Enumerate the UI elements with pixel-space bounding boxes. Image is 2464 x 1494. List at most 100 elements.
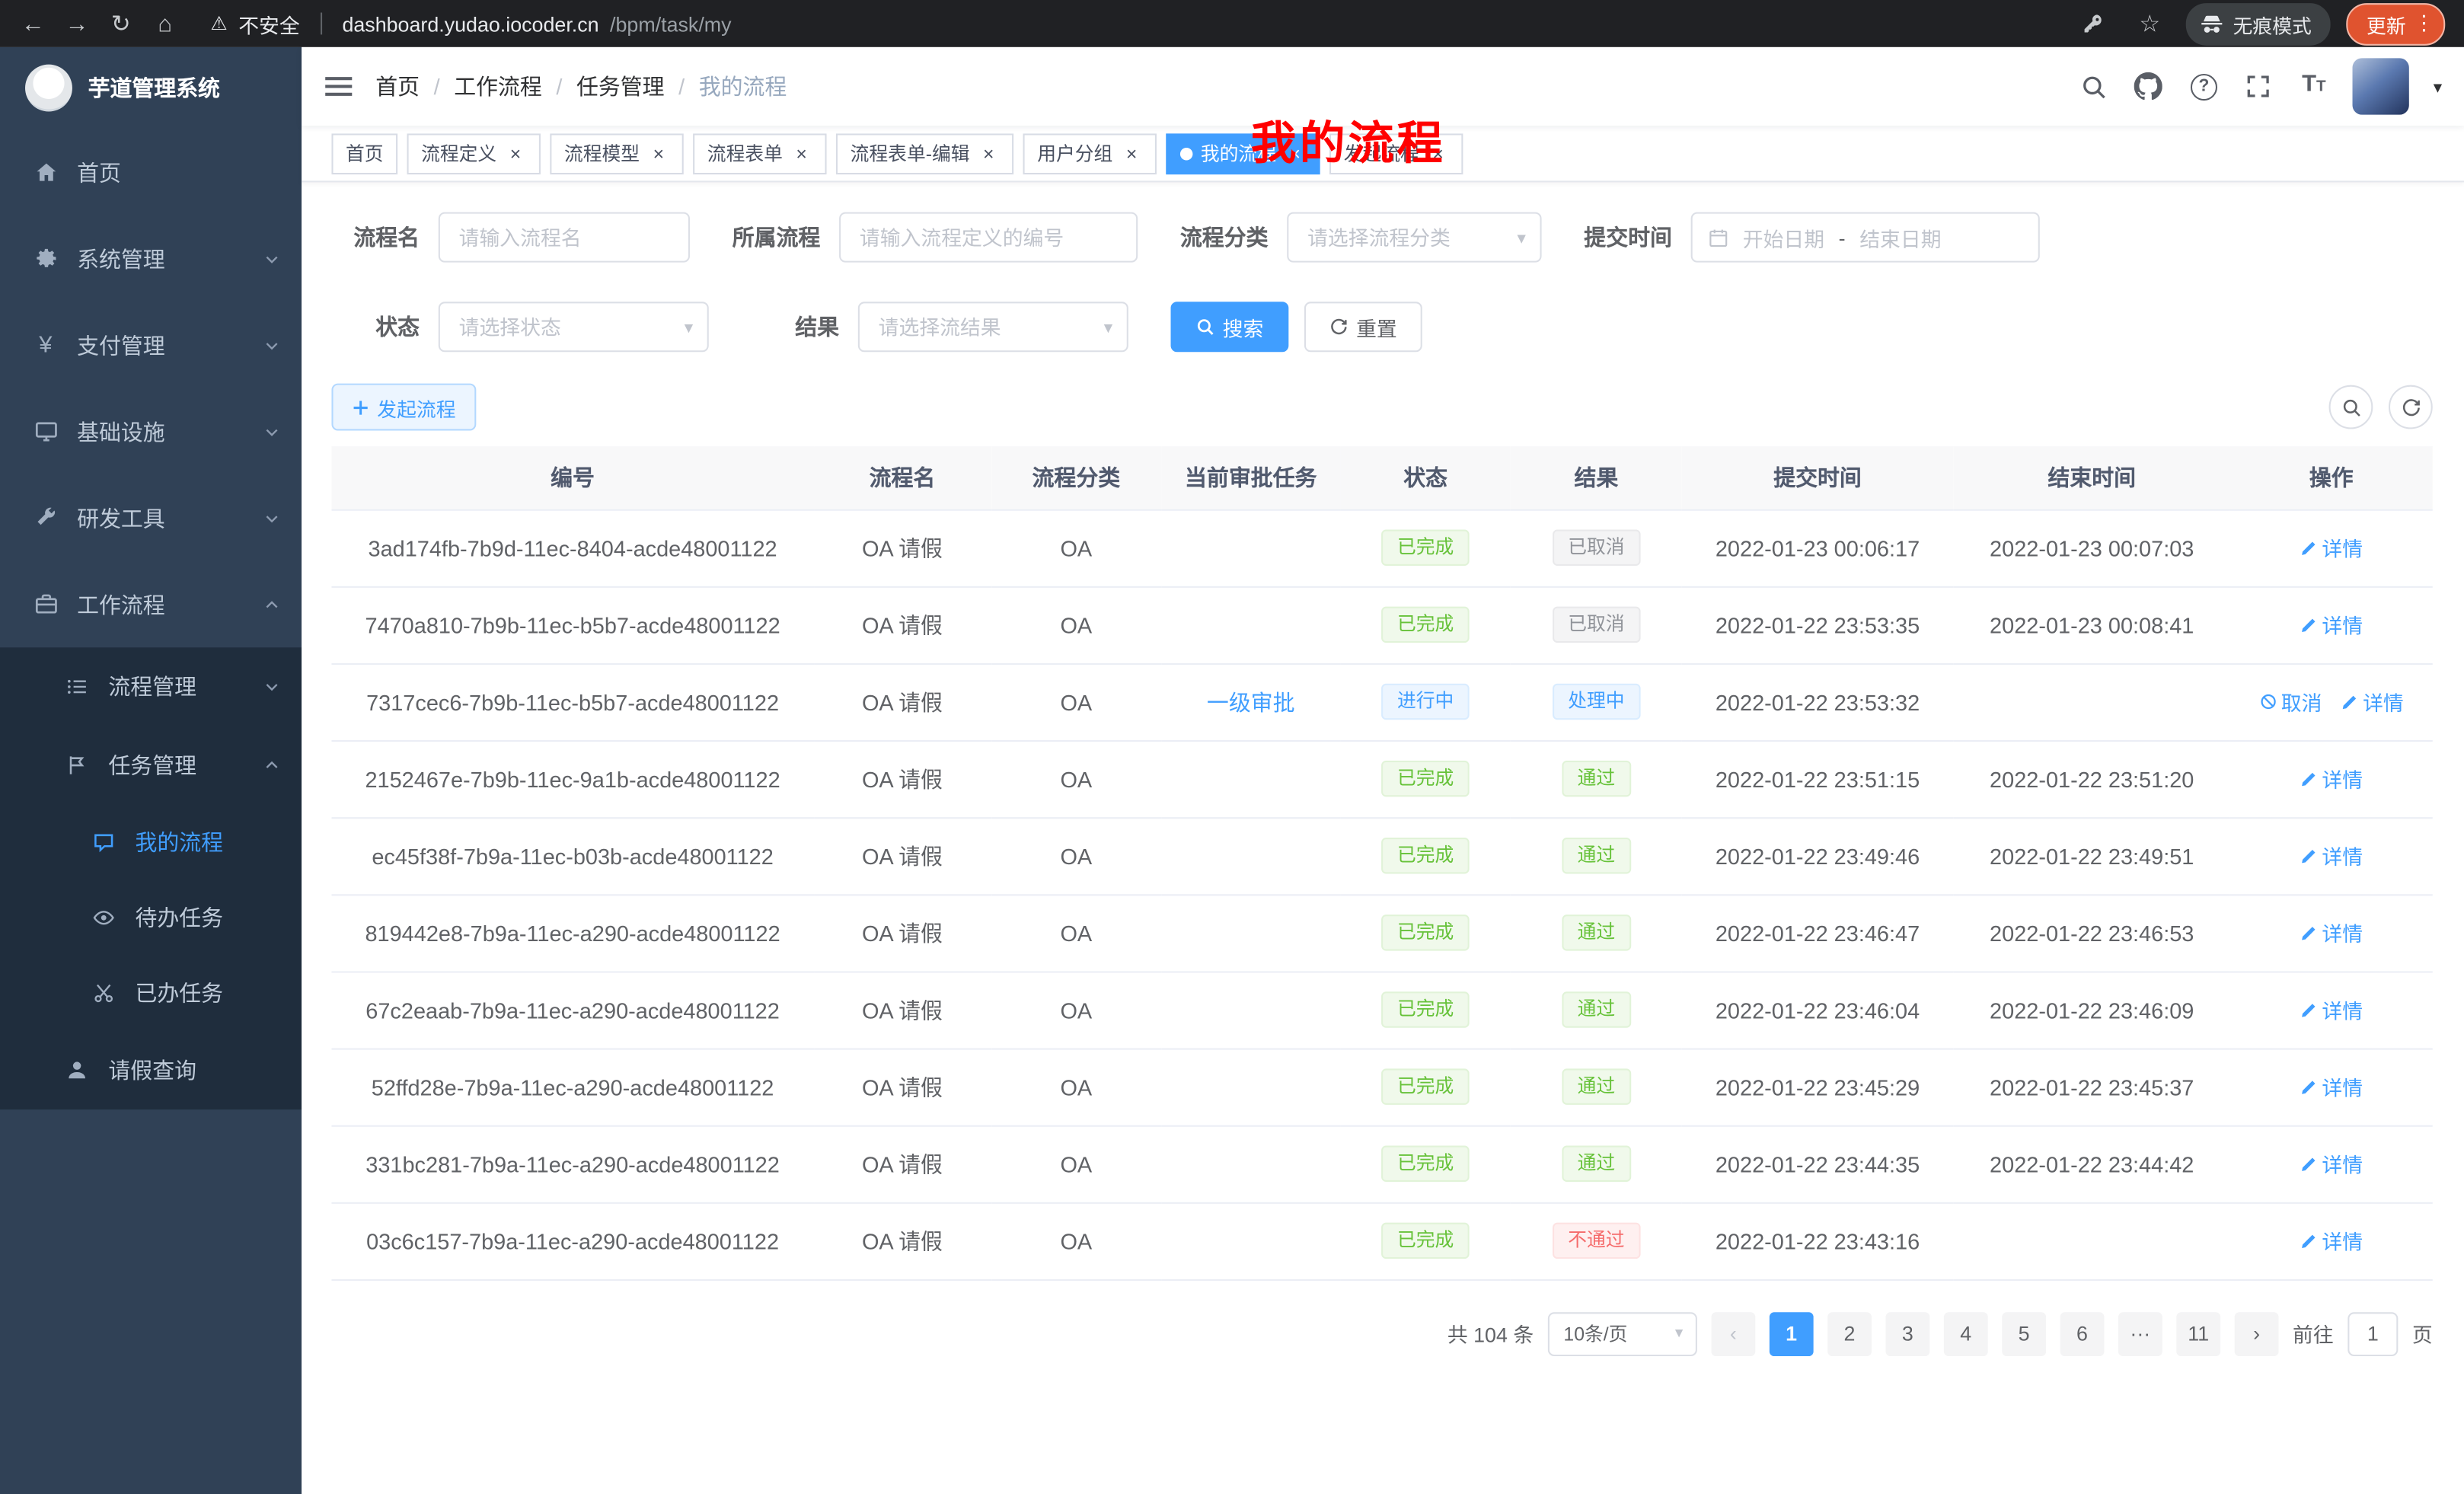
browser-reload-icon[interactable]: ↻ [101, 5, 142, 43]
cell-actions: 详情 [2230, 971, 2433, 1048]
page-button-6[interactable]: 6 [2060, 1311, 2105, 1355]
sidebar-item-home[interactable]: 首页 [0, 129, 302, 215]
update-button[interactable]: 更新 ⋮ [2346, 2, 2445, 45]
table-row: 3ad174fb-7b9d-11ec-8404-acde48001122 OA … [331, 509, 2432, 586]
browser-menu-icon[interactable]: ⋮ [2414, 11, 2434, 36]
sidebar-item-label: 任务管理 [108, 749, 196, 781]
result-value[interactable] [858, 302, 1128, 352]
bookmark-star-icon[interactable]: ☆ [2129, 5, 2170, 43]
detail-link[interactable]: 详情 [2300, 533, 2363, 563]
more-pages-button[interactable]: ··· [2118, 1311, 2162, 1355]
sidebar-item-devtools[interactable]: 研发工具 [0, 474, 302, 561]
font-size-icon[interactable]: TT [2298, 71, 2329, 102]
page-button-3[interactable]: 3 [1885, 1311, 1929, 1355]
start-process-button[interactable]: 发起流程 [331, 384, 476, 431]
sidebar-item-infrastructure[interactable]: 基础设施 [0, 388, 302, 475]
prev-page-button[interactable]: ‹ [1711, 1311, 1755, 1355]
process-category-select[interactable]: ▾ [1287, 212, 1541, 263]
edit-icon [2300, 616, 2318, 634]
status-value[interactable] [439, 302, 709, 352]
cell-submit-time: 2022-01-22 23:53:35 [1681, 586, 1953, 663]
page-button-4[interactable]: 4 [1944, 1311, 1988, 1355]
incognito-chip[interactable]: 无痕模式 [2186, 2, 2331, 45]
close-icon[interactable]: × [1284, 142, 1306, 164]
sidebar-item-task-management[interactable]: 任务管理 [0, 726, 302, 804]
sidebar-item-leave-query[interactable]: 请假查询 [0, 1031, 302, 1109]
avatar-caret-icon[interactable]: ▾ [2434, 76, 2442, 97]
sidebar-item-process-management[interactable]: 流程管理 [0, 647, 302, 726]
avatar[interactable] [2353, 58, 2409, 114]
fullscreen-icon[interactable] [2243, 71, 2274, 102]
sidebar-toggle-icon[interactable] [302, 77, 375, 96]
search-icon[interactable] [2078, 71, 2109, 102]
cell-id: 3ad174fb-7b9d-11ec-8404-acde48001122 [331, 509, 813, 586]
tab-process-form-edit[interactable]: 流程表单-编辑× [836, 132, 1013, 174]
page-button-2[interactable]: 2 [1827, 1311, 1872, 1355]
search-button[interactable]: 搜索 [1171, 302, 1289, 352]
browser-forward-icon[interactable]: → [56, 5, 97, 43]
submit-time-range-picker[interactable]: 开始日期 - 结束日期 [1691, 212, 2040, 263]
tab-process-definition[interactable]: 流程定义× [407, 132, 541, 174]
process-name-input[interactable] [439, 212, 690, 263]
next-page-button[interactable]: › [2235, 1311, 2279, 1355]
process-definition-input[interactable] [839, 212, 1138, 263]
close-icon[interactable]: × [1121, 142, 1143, 164]
close-icon[interactable]: × [978, 142, 1000, 164]
detail-link[interactable]: 详情 [2300, 1072, 2363, 1102]
breadcrumb-home[interactable]: 首页 [375, 71, 420, 102]
jump-page-input[interactable] [2348, 1311, 2398, 1355]
refresh-table-icon[interactable] [2389, 385, 2433, 429]
result-label: 结果 [751, 311, 839, 343]
cell-result: 通过 [1511, 740, 1681, 817]
chevron-down-icon [264, 251, 280, 267]
github-icon[interactable] [2134, 71, 2165, 102]
help-icon[interactable]: ? [2188, 71, 2220, 102]
security-label[interactable]: 不安全 [238, 8, 300, 38]
address-bar[interactable]: ⚠ 不安全 dashboard.yudao.iocoder.cn/bpm/tas… [211, 8, 2070, 38]
result-select[interactable]: ▾ [858, 302, 1128, 352]
browser-back-icon[interactable]: ← [13, 5, 54, 43]
page-button-5[interactable]: 5 [2002, 1311, 2046, 1355]
detail-link[interactable]: 详情 [2341, 687, 2404, 717]
tab-start-process[interactable]: 发起流程× [1329, 132, 1463, 174]
cell-submit-time: 2022-01-22 23:43:16 [1681, 1202, 1953, 1279]
breadcrumb-workflow[interactable]: 工作流程 [420, 71, 542, 102]
show-search-icon[interactable] [2329, 385, 2373, 429]
page-button-11[interactable]: 11 [2176, 1311, 2220, 1355]
close-icon[interactable]: × [1427, 142, 1449, 164]
tab-my-process[interactable]: 我的流程× [1167, 132, 1320, 174]
tab-process-model[interactable]: 流程模型× [550, 132, 683, 174]
browser-home-icon[interactable]: ⌂ [145, 5, 186, 43]
sidebar-item-done-tasks[interactable]: 已办任务 [0, 956, 302, 1031]
sidebar-item-todo-tasks[interactable]: 待办任务 [0, 880, 302, 956]
page-button-1[interactable]: 1 [1770, 1311, 1814, 1355]
detail-link[interactable]: 详情 [2300, 918, 2363, 947]
tab-process-form[interactable]: 流程表单× [693, 132, 826, 174]
key-icon[interactable] [2073, 5, 2114, 43]
app-logo[interactable]: 芋道管理系统 [0, 47, 302, 129]
tab-home[interactable]: 首页 [331, 132, 397, 174]
reset-button[interactable]: 重置 [1304, 302, 1422, 352]
breadcrumb-task-management[interactable]: 任务管理 [542, 71, 665, 102]
sidebar-item-payment[interactable]: ¥ 支付管理 [0, 302, 302, 388]
current-task-link[interactable]: 一级审批 [1207, 689, 1295, 714]
status-select[interactable]: ▾ [439, 302, 709, 352]
page-size-select[interactable]: 10条/页 ▾ [1548, 1311, 1697, 1355]
sidebar-item-my-process[interactable]: 我的流程 [0, 805, 302, 880]
detail-link[interactable]: 详情 [2300, 1226, 2363, 1256]
sidebar-item-system[interactable]: 系统管理 [0, 215, 302, 302]
detail-link[interactable]: 详情 [2300, 994, 2363, 1024]
sidebar-item-workflow[interactable]: 工作流程 [0, 561, 302, 648]
close-icon[interactable]: × [647, 142, 669, 164]
close-icon[interactable]: × [790, 142, 812, 164]
sidebar-item-label: 研发工具 [77, 502, 165, 533]
close-icon[interactable]: × [505, 142, 527, 164]
detail-link[interactable]: 详情 [2300, 1149, 2363, 1179]
cancel-link[interactable]: 取消 [2259, 687, 2322, 717]
tab-user-group[interactable]: 用户分组 × [1023, 132, 1157, 174]
process-category-value[interactable] [1287, 212, 1541, 263]
detail-link[interactable]: 详情 [2300, 764, 2363, 793]
detail-link[interactable]: 详情 [2300, 610, 2363, 640]
tab-label: 用户分组 [1037, 140, 1112, 167]
detail-link[interactable]: 详情 [2300, 841, 2363, 870]
